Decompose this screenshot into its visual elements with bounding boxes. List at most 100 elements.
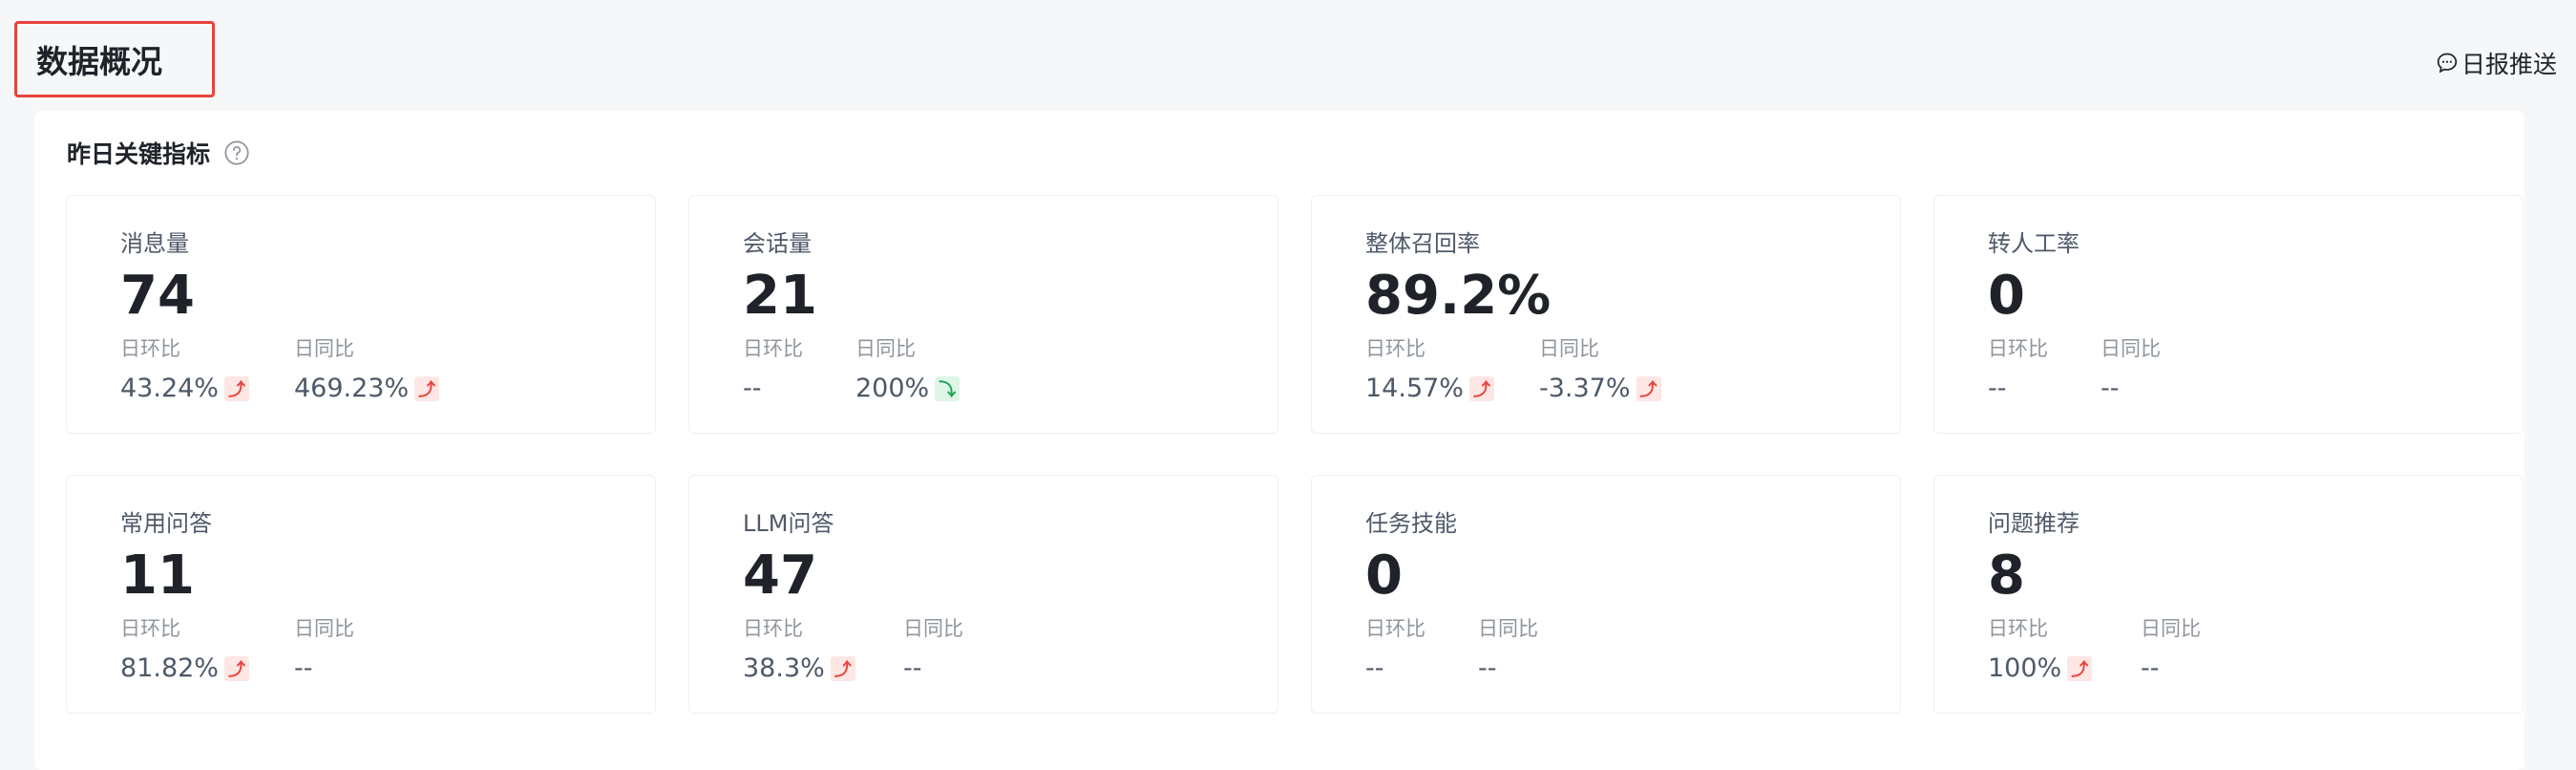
yoy-stat: 日同比 -3.37% ⤴ [1539,333,1661,403]
dod-stat: 日环比 81.82% ⤴ [120,613,249,683]
yoy-label: 日同比 [294,617,354,640]
dod-label: 日环比 [743,337,803,360]
metric-value-text: 74 [120,265,195,327]
trend-up-icon: ⤴ [223,375,249,401]
yoy-stat: 日同比 200% ⤵ [855,333,961,403]
trend-up-icon: ⤴ [414,375,440,401]
yoy-value-row: -- [2101,374,2161,403]
yoy-value: -- [1478,653,1497,683]
metric-value: 0 [1365,546,1403,606]
metric-label: 转人工率 [1988,230,2080,257]
dod-value-row: 14.57% ⤴ [1365,374,1494,403]
section-header: 昨日关键指标 [67,136,250,170]
trend-up-icon: ⤴ [223,655,249,681]
dod-value-row: -- [743,374,803,403]
dod-value: 14.57% [1365,374,1464,403]
yoy-value: -- [2141,653,2160,683]
metric-value-text: 21 [743,265,817,327]
metric-value: 47 [743,546,817,606]
trend-up-icon: ⤴ [1636,375,1661,401]
dod-label: 日环比 [1365,337,1425,360]
yoy-value: -3.37% [1539,374,1631,403]
dod-value: -- [1988,374,2007,403]
yoy-stat: 日同比 -- [1478,613,1538,683]
dod-stat: 日环比 -- [743,333,803,403]
metric-card-task-skill: 任务技能 0 日环比 -- 日同比 -- [1311,475,1901,714]
yoy-value: -- [2101,374,2120,403]
metric-label: 会话量 [743,230,812,257]
key-metrics-panel: 昨日关键指标 消息量 74 日环比 43.24% ⤴ 日同比 469.23% ⤴… [34,111,2524,770]
yoy-stat: 日同比 -- [2101,333,2161,403]
yoy-value: 469.23% [294,374,410,403]
yoy-stat: 日同比 469.23% ⤴ [294,333,440,403]
metrics-grid: 消息量 74 日环比 43.24% ⤴ 日同比 469.23% ⤴ 会话量 21 [66,195,2523,714]
yoy-value-row: -- [1478,653,1538,683]
yoy-label: 日同比 [1478,617,1538,640]
daily-report-push-button[interactable]: 日报推送 [2435,46,2557,80]
metric-card-transfer-rate: 转人工率 0 日环比 -- 日同比 -- [1933,195,2523,434]
dod-value: 81.82% [120,653,219,683]
dod-stat: 日环比 38.3% ⤴ [743,613,855,683]
dod-value-row: 43.24% ⤴ [120,374,249,403]
metric-value-text: 0 [1988,265,2025,327]
trend-down-icon: ⤵ [935,375,961,401]
dod-value-row: -- [1988,374,2048,403]
yoy-label: 日同比 [294,337,354,360]
yoy-value-row: 469.23% ⤴ [294,374,440,403]
chat-bubble-icon [2437,53,2458,74]
metric-value: 0 [1988,267,2025,326]
metric-label: 任务技能 [1365,510,1457,537]
page-title-highlight: 数据概况 [14,21,215,97]
dod-label: 日环比 [120,617,180,640]
metric-card-message-volume: 消息量 74 日环比 43.24% ⤴ 日同比 469.23% ⤴ [66,195,656,434]
yoy-label: 日同比 [1539,337,1599,360]
dod-value: -- [743,374,762,403]
metric-value-text: 0 [1365,545,1403,607]
yoy-value-row: 200% ⤵ [855,374,961,403]
metric-value: 8 [1988,546,2025,606]
yoy-label: 日同比 [903,617,963,640]
question-circle-icon[interactable] [223,139,250,166]
yoy-value-row: -- [2141,653,2201,683]
metric-label: LLM问答 [743,510,834,537]
metric-label: 常用问答 [120,510,212,537]
trend-up-icon: ⤴ [830,655,855,681]
metric-value-text: 89.2% [1365,265,1552,327]
dod-value: 43.24% [120,374,219,403]
metric-card-session-volume: 会话量 21 日环比 -- 日同比 200% ⤵ [688,195,1278,434]
dod-label: 日环比 [1988,617,2048,640]
yoy-value-row: -- [294,653,354,683]
metric-value-text: 11 [120,545,195,607]
metric-value: 74 [120,267,195,326]
dod-stat: 日环比 100% ⤴ [1988,613,2093,683]
yoy-label: 日同比 [2141,617,2201,640]
dod-label: 日环比 [1365,617,1425,640]
dod-value: 38.3% [743,653,825,683]
metric-card-llm-qa: LLM问答 47 日环比 38.3% ⤴ 日同比 -- [688,475,1278,714]
dod-label: 日环比 [120,337,180,360]
yoy-value-row: -- [903,653,963,683]
daily-report-push-label: 日报推送 [2460,51,2557,78]
metric-label: 消息量 [120,230,189,257]
metric-card-faq: 常用问答 11 日环比 81.82% ⤴ 日同比 -- [66,475,656,714]
metric-card-recall-rate: 整体召回率 89.2% 日环比 14.57% ⤴ 日同比 -3.37% ⤴ [1311,195,1901,434]
yoy-value: -- [294,653,313,683]
metric-label: 整体召回率 [1365,230,1480,257]
yoy-value: 200% [855,374,930,403]
metric-label: 问题推荐 [1988,510,2080,537]
metric-value-text: 47 [743,545,817,607]
yoy-value-row: -3.37% ⤴ [1539,374,1661,403]
dod-value: 100% [1988,653,2062,683]
dod-label: 日环比 [743,617,803,640]
dod-stat: 日环比 -- [1365,613,1425,683]
yoy-label: 日同比 [2101,337,2161,360]
metric-card-question-recommend: 问题推荐 8 日环比 100% ⤴ 日同比 -- [1933,475,2523,714]
dod-stat: 日环比 43.24% ⤴ [120,333,249,403]
yoy-value: -- [903,653,922,683]
yoy-label: 日同比 [855,337,916,360]
dod-value: -- [1365,653,1384,683]
metric-value: 21 [743,267,817,326]
section-title: 昨日关键指标 [67,140,211,168]
metric-value: 11 [120,546,195,606]
dod-label: 日环比 [1988,337,2048,360]
